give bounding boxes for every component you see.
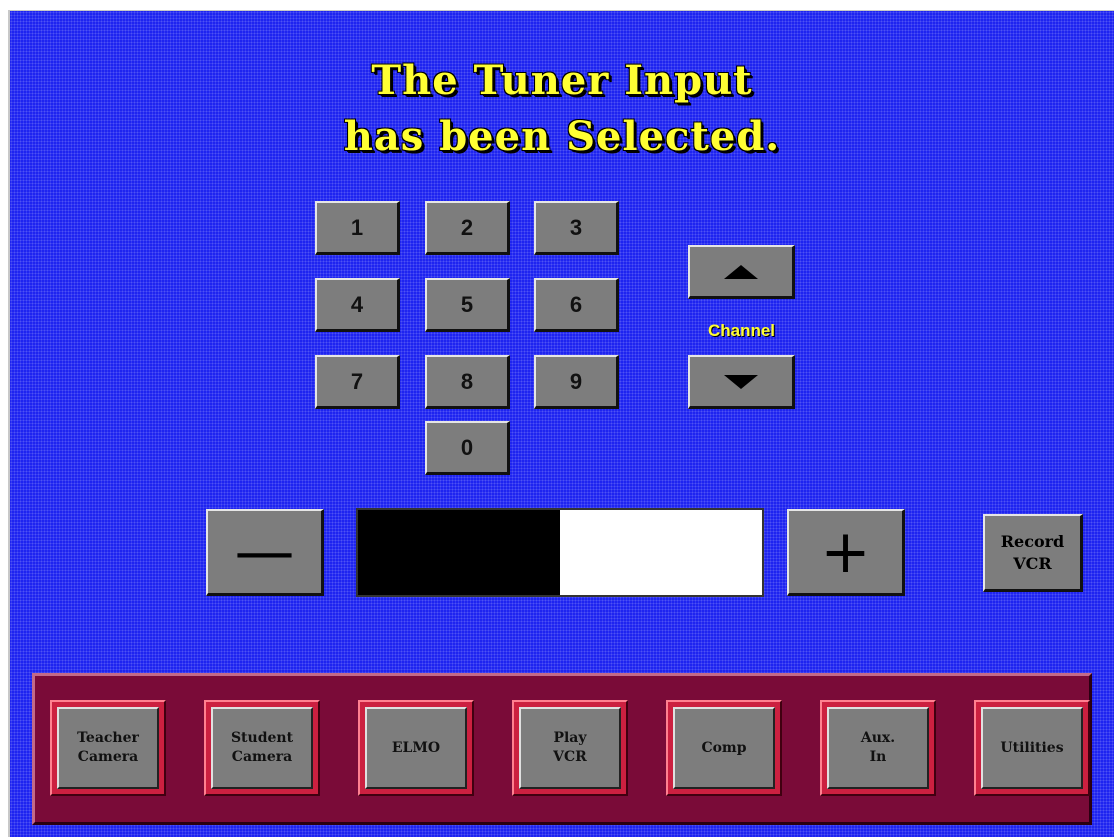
volume-level-fill: [358, 510, 560, 595]
triangle-down-icon: [724, 374, 758, 389]
channel-label: Channel: [707, 321, 776, 340]
channel-down-button[interactable]: [688, 355, 795, 409]
source-elmo-label: ELMO: [365, 707, 467, 789]
keypad-button-5[interactable]: 5: [425, 278, 510, 332]
channel-up-button[interactable]: [688, 245, 795, 299]
title-line-2: has been Selected.: [343, 113, 781, 160]
keypad-button-0[interactable]: 0: [425, 421, 510, 475]
source-utilities[interactable]: Utilities: [974, 700, 1090, 796]
keypad-button-9[interactable]: 9: [534, 355, 619, 409]
source-play-vcr[interactable]: Play VCR: [512, 700, 628, 796]
volume-up-button[interactable]: +: [787, 509, 905, 596]
page-title: The Tuner Input has been Selected.: [10, 53, 1114, 165]
source-student-camera[interactable]: Student Camera: [204, 700, 320, 796]
keypad-button-1[interactable]: 1: [315, 201, 400, 255]
source-selection-panel: Teacher Camera Student Camera ELMO Play …: [32, 673, 1092, 825]
record-vcr-button[interactable]: Record VCR: [983, 514, 1083, 592]
title-line-1: The Tuner Input: [371, 57, 753, 104]
source-aux-in[interactable]: Aux. In: [820, 700, 936, 796]
source-aux-in-label: Aux. In: [827, 707, 929, 789]
volume-down-button[interactable]: —: [206, 509, 324, 596]
volume-level-bar: [356, 508, 764, 597]
keypad-button-4[interactable]: 4: [315, 278, 400, 332]
source-utilities-label: Utilities: [981, 707, 1083, 789]
source-student-camera-label: Student Camera: [211, 707, 313, 789]
touch-panel-screen: The Tuner Input has been Selected. 1 2 3…: [8, 10, 1114, 837]
keypad-button-8[interactable]: 8: [425, 355, 510, 409]
source-comp[interactable]: Comp: [666, 700, 782, 796]
source-comp-label: Comp: [673, 707, 775, 789]
source-teacher-camera[interactable]: Teacher Camera: [50, 700, 166, 796]
source-play-vcr-label: Play VCR: [519, 707, 621, 789]
source-teacher-camera-label: Teacher Camera: [57, 707, 159, 789]
triangle-up-icon: [724, 264, 758, 279]
keypad-button-3[interactable]: 3: [534, 201, 619, 255]
keypad-button-2[interactable]: 2: [425, 201, 510, 255]
keypad-button-7[interactable]: 7: [315, 355, 400, 409]
source-elmo[interactable]: ELMO: [358, 700, 474, 796]
keypad-button-6[interactable]: 6: [534, 278, 619, 332]
